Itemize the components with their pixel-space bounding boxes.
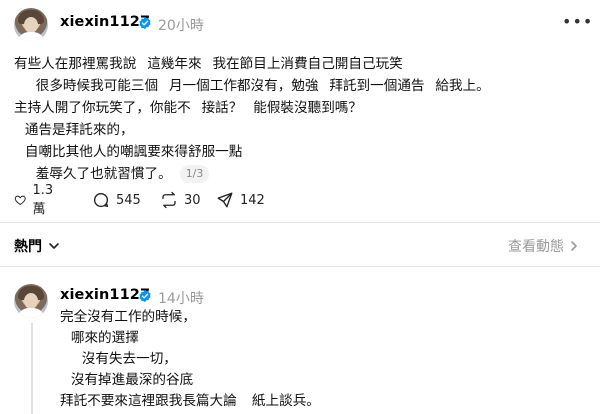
chevron-right-icon <box>571 241 577 251</box>
repost-button[interactable]: 30 <box>160 189 201 211</box>
divider <box>0 222 600 223</box>
sort-dropdown[interactable]: 熱門 <box>14 236 60 256</box>
avatar[interactable] <box>14 284 48 318</box>
heart-icon <box>14 195 26 205</box>
post-text-line: 自嘲比其他人的嘲諷要來得舒服一點 <box>14 144 243 160</box>
comment-button[interactable]: 545 <box>92 189 141 211</box>
post-text-line-last: 羞辱久了也就習慣了。 1/3 <box>14 164 210 184</box>
post-text-line: 通告是拜託來的， <box>14 122 134 138</box>
post-text-line: 有些人在那裡罵我說這幾年來我在節目上消費自己開自己玩笑 <box>14 56 403 72</box>
repost-count: 30 <box>184 192 201 208</box>
like-count: 1.3 萬 <box>32 183 54 217</box>
thread-line <box>31 323 33 414</box>
sort-label: 熱門 <box>14 239 42 255</box>
username[interactable]: xiexin1127 <box>60 14 150 30</box>
post-text-line: 主持人開了你玩笑了，你能不接話？能假裝沒聽到嗎？ <box>14 100 362 116</box>
post-text-line: 完全沒有工作的時候， <box>60 309 196 325</box>
verified-badge-icon <box>139 16 151 30</box>
repost-icon <box>162 191 176 209</box>
post-text-line: 拜託不要來這裡跟我長篇大論 紙上談兵。 <box>60 393 320 409</box>
post-text-line: 沒有失去一切， <box>60 351 177 367</box>
chevron-down-icon <box>49 243 59 249</box>
post-text-line: 沒有掉進最深的谷底 <box>60 372 194 388</box>
share-count: 142 <box>240 192 265 208</box>
share-icon <box>217 192 233 208</box>
post-time: 14小時 <box>158 291 204 307</box>
post-time: 20小時 <box>158 18 204 34</box>
post-text-line: 哪來的選擇 <box>60 330 139 346</box>
view-activity-link[interactable]: 查看動態 <box>508 236 580 256</box>
like-button[interactable]: 1.3 萬 <box>14 183 59 217</box>
verified-badge-icon <box>139 289 151 303</box>
more-icon[interactable]: ••• <box>562 12 593 31</box>
avatar[interactable] <box>14 8 48 42</box>
post-text-line: 很多時候我可能三個月一個工作都沒有，勉強拜託到一個通告給我上。 <box>14 78 490 94</box>
divider <box>0 266 600 267</box>
comment-count: 545 <box>116 192 141 208</box>
page-indicator: 1/3 <box>179 165 210 183</box>
share-button[interactable]: 142 <box>216 189 265 211</box>
comment-icon <box>93 192 109 208</box>
post-text-span: 羞辱久了也就習慣了。 <box>14 166 172 182</box>
username[interactable]: xiexin1127 <box>60 287 150 303</box>
view-activity-label: 查看動態 <box>508 239 564 255</box>
